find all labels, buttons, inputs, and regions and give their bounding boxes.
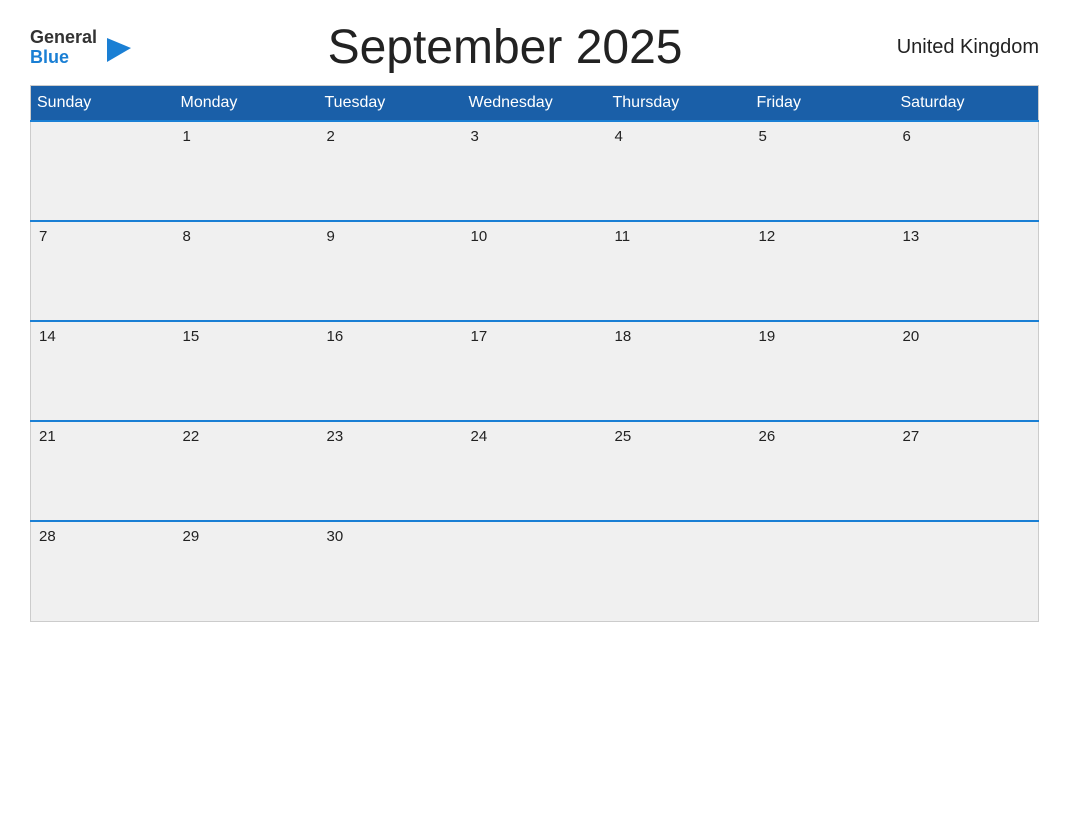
day-cell bbox=[607, 521, 751, 621]
logo-text: General Blue bbox=[30, 28, 97, 68]
day-cell bbox=[463, 521, 607, 621]
day-number: 2 bbox=[327, 128, 335, 145]
day-cell bbox=[895, 521, 1039, 621]
day-cell: 8 bbox=[175, 221, 319, 321]
col-wednesday: Wednesday bbox=[463, 86, 607, 122]
day-cell bbox=[31, 121, 175, 221]
day-cell: 29 bbox=[175, 521, 319, 621]
day-number: 15 bbox=[183, 328, 200, 345]
day-cell: 13 bbox=[895, 221, 1039, 321]
day-cell: 18 bbox=[607, 321, 751, 421]
col-monday: Monday bbox=[175, 86, 319, 122]
day-number: 28 bbox=[39, 528, 56, 545]
day-cell: 7 bbox=[31, 221, 175, 321]
day-cell: 12 bbox=[751, 221, 895, 321]
logo-blue: Blue bbox=[30, 48, 97, 68]
day-cell: 11 bbox=[607, 221, 751, 321]
logo: General Blue bbox=[30, 28, 131, 68]
day-number: 9 bbox=[327, 228, 335, 245]
page-title: September 2025 bbox=[131, 20, 879, 75]
day-number: 8 bbox=[183, 228, 191, 245]
day-cell: 4 bbox=[607, 121, 751, 221]
day-cell: 22 bbox=[175, 421, 319, 521]
day-number: 17 bbox=[471, 328, 488, 345]
day-number: 10 bbox=[471, 228, 488, 245]
day-number: 22 bbox=[183, 428, 200, 445]
col-thursday: Thursday bbox=[607, 86, 751, 122]
day-number: 11 bbox=[615, 228, 631, 245]
day-number: 13 bbox=[903, 228, 920, 245]
day-cell: 27 bbox=[895, 421, 1039, 521]
day-cell: 25 bbox=[607, 421, 751, 521]
day-cell: 1 bbox=[175, 121, 319, 221]
logo-general: General bbox=[30, 28, 97, 48]
day-number: 30 bbox=[327, 528, 344, 545]
day-number: 19 bbox=[759, 328, 776, 345]
day-cell: 10 bbox=[463, 221, 607, 321]
day-cell: 17 bbox=[463, 321, 607, 421]
day-number: 12 bbox=[759, 228, 776, 245]
day-cell: 15 bbox=[175, 321, 319, 421]
week-row-1: 1 2 3 4 5 6 bbox=[31, 121, 1039, 221]
col-saturday: Saturday bbox=[895, 86, 1039, 122]
day-number: 6 bbox=[903, 128, 911, 145]
calendar-header: Sunday Monday Tuesday Wednesday Thursday… bbox=[31, 86, 1039, 122]
week-row-5: 28 29 30 bbox=[31, 521, 1039, 621]
day-number: 29 bbox=[183, 528, 200, 545]
day-cell: 24 bbox=[463, 421, 607, 521]
page-header: General Blue September 2025 United Kingd… bbox=[30, 20, 1039, 75]
col-friday: Friday bbox=[751, 86, 895, 122]
day-number: 7 bbox=[39, 228, 47, 245]
day-cell: 14 bbox=[31, 321, 175, 421]
day-number: 3 bbox=[471, 128, 479, 145]
week-row-2: 7 8 9 10 11 12 13 bbox=[31, 221, 1039, 321]
week-row-3: 14 15 16 17 18 19 20 bbox=[31, 321, 1039, 421]
col-sunday: Sunday bbox=[31, 86, 175, 122]
day-number: 5 bbox=[759, 128, 767, 145]
day-number: 25 bbox=[615, 428, 632, 445]
day-number: 20 bbox=[903, 328, 920, 345]
day-number: 26 bbox=[759, 428, 776, 445]
days-of-week-row: Sunday Monday Tuesday Wednesday Thursday… bbox=[31, 86, 1039, 122]
day-cell: 23 bbox=[319, 421, 463, 521]
day-cell: 2 bbox=[319, 121, 463, 221]
week-row-4: 21 22 23 24 25 26 27 bbox=[31, 421, 1039, 521]
day-cell: 30 bbox=[319, 521, 463, 621]
day-number: 27 bbox=[903, 428, 920, 445]
day-cell: 6 bbox=[895, 121, 1039, 221]
day-number: 18 bbox=[615, 328, 632, 345]
day-number: 16 bbox=[327, 328, 344, 345]
col-tuesday: Tuesday bbox=[319, 86, 463, 122]
day-cell: 16 bbox=[319, 321, 463, 421]
calendar-body: 1234567891011121314151617181920212223242… bbox=[31, 121, 1039, 621]
day-number: 24 bbox=[471, 428, 488, 445]
day-cell: 26 bbox=[751, 421, 895, 521]
day-cell bbox=[751, 521, 895, 621]
day-cell: 21 bbox=[31, 421, 175, 521]
day-cell: 20 bbox=[895, 321, 1039, 421]
country-label: United Kingdom bbox=[879, 36, 1039, 59]
day-cell: 19 bbox=[751, 321, 895, 421]
day-number: 21 bbox=[39, 428, 56, 445]
logo-triangle-icon bbox=[103, 34, 131, 62]
calendar-table: Sunday Monday Tuesday Wednesday Thursday… bbox=[30, 85, 1039, 622]
day-cell: 28 bbox=[31, 521, 175, 621]
day-number: 23 bbox=[327, 428, 344, 445]
day-cell: 9 bbox=[319, 221, 463, 321]
day-number: 1 bbox=[183, 128, 191, 145]
day-cell: 3 bbox=[463, 121, 607, 221]
day-number: 14 bbox=[39, 328, 56, 345]
day-cell: 5 bbox=[751, 121, 895, 221]
day-number: 4 bbox=[615, 128, 623, 145]
